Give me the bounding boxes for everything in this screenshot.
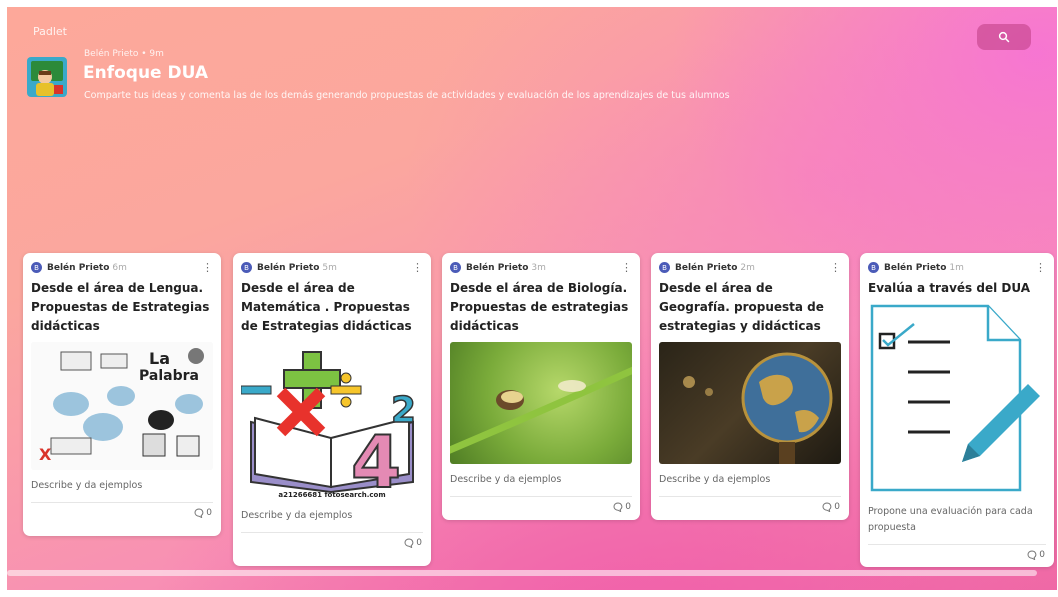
author-avatar: B [450, 262, 461, 273]
search-icon [998, 31, 1010, 43]
more-options-icon[interactable]: ⋮ [412, 262, 423, 273]
svg-text:La: La [149, 349, 170, 368]
comment-icon [194, 508, 204, 518]
comment-count: 0 [1039, 550, 1045, 560]
post-title: Desde el área de Matemática . Propuestas… [241, 281, 412, 333]
board-meta: Belén Prieto • 9m [84, 49, 164, 59]
padlet-board: Padlet Belén Prieto • 9m Enfoque DUA Com… [7, 7, 1057, 590]
post-body: Describe y da ejemplos [31, 480, 143, 491]
post-author: Belén Prieto [884, 262, 947, 273]
post-author: Belén Prieto [466, 262, 529, 273]
post-title: Evalúa a través del DUA [868, 281, 1030, 295]
post-image [659, 342, 841, 464]
author-avatar: B [241, 262, 252, 273]
post-time: 2m [740, 262, 755, 273]
comments-button[interactable]: 0 [23, 503, 221, 523]
post-title: Desde el área de Geografía. propuesta de… [659, 281, 824, 333]
svg-text:X: X [39, 445, 52, 464]
post-time: 3m [531, 262, 546, 273]
comment-count: 0 [834, 502, 840, 512]
padlet-logo[interactable]: Padlet [33, 25, 67, 38]
post-author: Belén Prieto [257, 262, 320, 273]
comment-icon [1027, 550, 1037, 560]
svg-text:2: 2 [391, 390, 416, 431]
board-title: Enfoque DUA [83, 63, 209, 83]
author-avatar: B [659, 262, 670, 273]
board-avatar [25, 55, 69, 99]
horizontal-scrollbar[interactable] [7, 570, 1037, 576]
post-card-biologia[interactable]: B Belén Prieto 3m ⋮ Desde el área de Bio… [442, 253, 640, 520]
post-image [868, 304, 1046, 496]
svg-text:Palabra: Palabra [139, 368, 199, 384]
board-description: Comparte tus ideas y comenta las de los … [84, 90, 730, 101]
post-title: Desde el área de Biología. Propuestas de… [450, 281, 629, 333]
post-author: Belén Prieto [675, 262, 738, 273]
post-body: Describe y da ejemplos [659, 474, 771, 485]
more-options-icon[interactable]: ⋮ [621, 262, 632, 273]
comments-button[interactable]: 0 [442, 497, 640, 517]
post-card-geografia[interactable]: B Belén Prieto 2m ⋮ Desde el área de Geo… [651, 253, 849, 520]
post-title: Desde el área de Lengua. Propuestas de E… [31, 281, 210, 333]
post-body: Propone una evaluación para cada propues… [868, 506, 1033, 533]
comment-count: 0 [206, 508, 212, 518]
svg-text:4: 4 [351, 420, 401, 500]
post-time: 6m [112, 262, 127, 273]
comment-icon [613, 502, 623, 512]
search-button[interactable] [977, 24, 1031, 50]
comments-button[interactable]: 0 [860, 545, 1054, 565]
comment-icon [822, 502, 832, 512]
more-options-icon[interactable]: ⋮ [830, 262, 841, 273]
post-card-matematica[interactable]: B Belén Prieto 5m ⋮ Desde el área de Mat… [233, 253, 431, 566]
post-author: Belén Prieto [47, 262, 110, 273]
author-avatar: B [868, 262, 879, 273]
post-time: 1m [949, 262, 964, 273]
comment-count: 0 [416, 538, 422, 548]
comments-button[interactable]: 0 [233, 533, 431, 553]
image-caption: a21266681 fotosearch.com [278, 491, 385, 499]
more-options-icon[interactable]: ⋮ [1035, 262, 1046, 273]
post-card-evaluacion[interactable]: B Belén Prieto 1m ⋮ Evalúa a través del … [860, 253, 1054, 567]
post-body: Describe y da ejemplos [450, 474, 562, 485]
comment-count: 0 [625, 502, 631, 512]
post-time: 5m [322, 262, 337, 273]
more-options-icon[interactable]: ⋮ [202, 262, 213, 273]
comments-button[interactable]: 0 [651, 497, 849, 517]
post-image: La Palabra X [31, 342, 213, 470]
post-body: Describe y da ejemplos [241, 510, 353, 521]
comment-icon [404, 538, 414, 548]
post-image [450, 342, 632, 464]
post-image: 4 2 a21266681 fotosearch.com [241, 342, 423, 500]
post-card-lengua[interactable]: B Belén Prieto 6m ⋮ Desde el área de Len… [23, 253, 221, 536]
author-avatar: B [31, 262, 42, 273]
